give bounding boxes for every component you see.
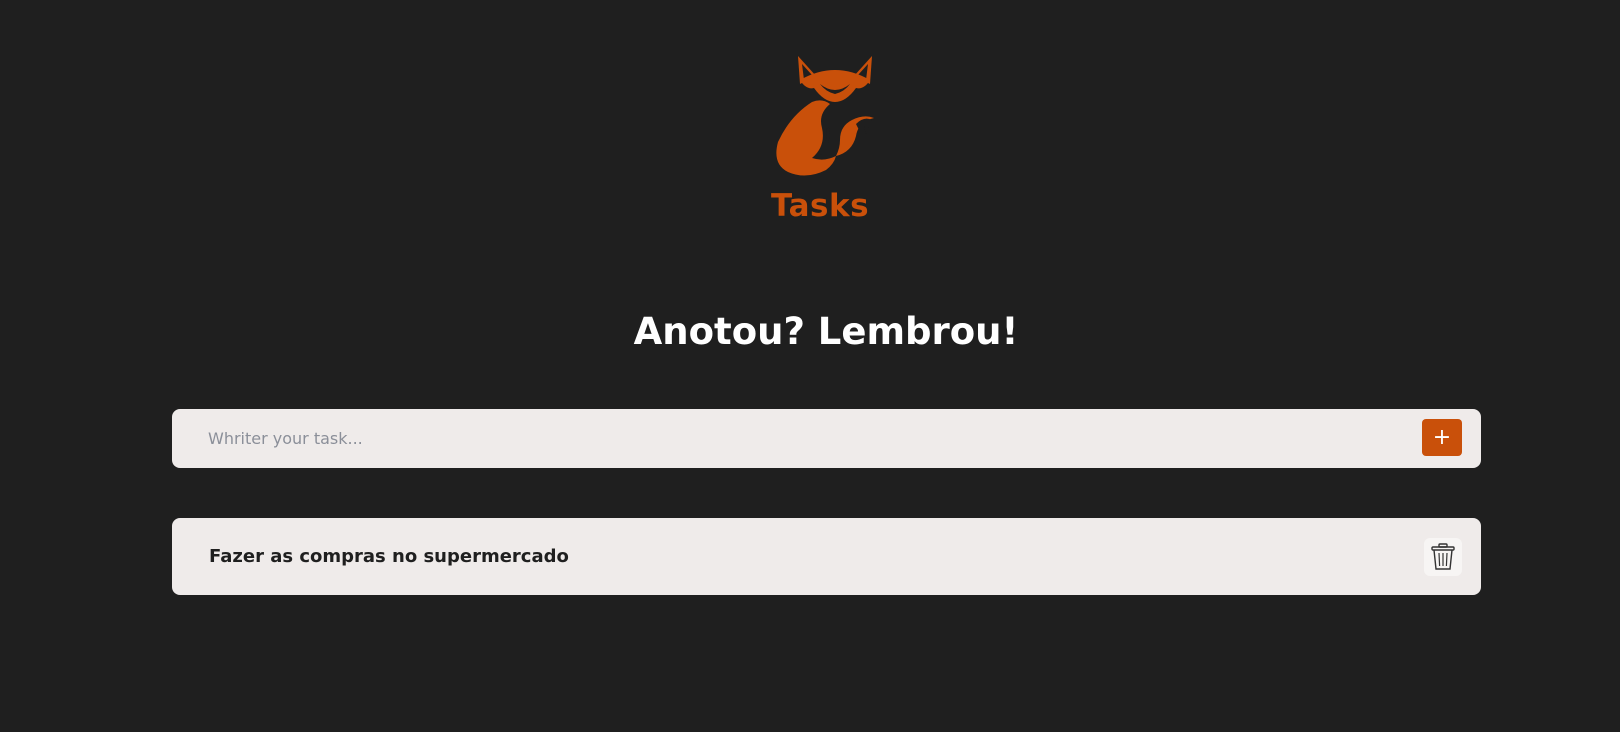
brand-name: Tasks <box>770 188 870 224</box>
app-page: Tasks Anotou? Lembrou! + Fazer as compra… <box>0 0 1620 732</box>
fox-logo-icon <box>776 56 874 176</box>
delete-task-button[interactable] <box>1424 538 1462 576</box>
brand-logo: Tasks <box>760 54 880 234</box>
add-task-button[interactable]: + <box>1422 419 1462 456</box>
task-list-item: Fazer as compras no supermercado <box>172 518 1481 595</box>
task-input[interactable] <box>208 409 1388 468</box>
page-title: Anotou? Lembrou! <box>633 310 1019 353</box>
trash-icon <box>1431 543 1455 570</box>
task-text: Fazer as compras no supermercado <box>209 546 569 567</box>
new-task-form: + <box>172 409 1481 468</box>
